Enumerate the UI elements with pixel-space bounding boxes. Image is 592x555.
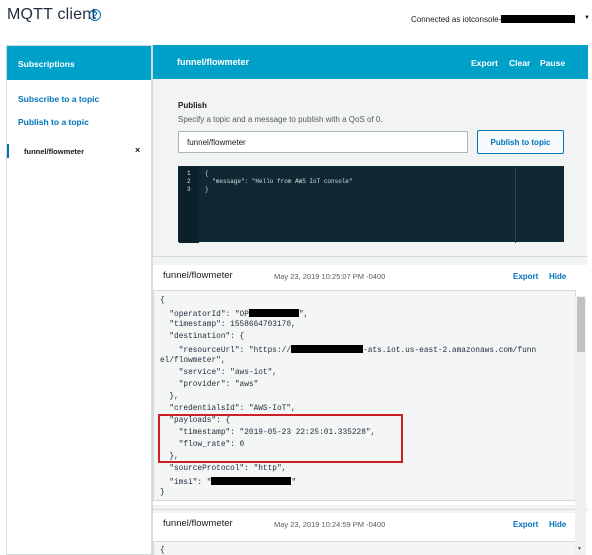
section-divider	[153, 256, 588, 257]
message-hide-button[interactable]: Hide	[549, 272, 566, 281]
connection-label: Connected as iotconsole-	[411, 15, 502, 24]
header-topic-title: funnel/flowmeter	[177, 57, 250, 67]
json-line: "credentialsId": "AWS-IoT",	[160, 405, 296, 413]
subscribe-to-topic-link[interactable]: Subscribe to a topic	[18, 94, 99, 104]
message-export-button[interactable]: Export	[513, 272, 538, 281]
help-icon[interactable]: ?	[89, 9, 101, 21]
json-line: "sourceProtocol": "http",	[160, 465, 287, 473]
json-line: "resourceUrl": "https:// -ats.iot.us-east…	[160, 345, 536, 355]
topic-header: funnel/flowmeter Export Clear Pause	[153, 45, 588, 79]
message-payload: {	[153, 541, 576, 555]
publish-to-topic-link[interactable]: Publish to a topic	[18, 117, 89, 127]
message-payload: { "operatorId": "OP ", "timestamp": 15586…	[153, 290, 576, 501]
json-tail: "	[291, 479, 297, 487]
json-line: "destination": {	[160, 333, 245, 341]
pause-button[interactable]: Pause	[540, 58, 565, 68]
editor-line: }	[205, 186, 209, 193]
publish-hint: Specify a topic and a message to publish…	[178, 115, 383, 124]
json-line: {	[160, 297, 165, 305]
selected-indicator	[7, 144, 9, 158]
message-header: funnel/flowmeter May 23, 2019 10:25:07 P…	[153, 265, 588, 287]
json-line: "operatorId": "OP ",	[160, 309, 308, 319]
caret-down-icon[interactable]: ▼	[584, 15, 590, 21]
subscription-topic-label: funnel/flowmeter	[24, 147, 85, 156]
scrollbar-thumb[interactable]	[577, 297, 585, 352]
subscription-item[interactable]: funnel/flowmeter ×	[7, 144, 151, 158]
json-tail: ",	[298, 311, 309, 319]
json-tail: -ats.iot.us-east-2.amazonaws.com/funn	[363, 347, 537, 355]
json-line: "imsi": " "	[160, 477, 296, 487]
redacted-imsi	[211, 477, 292, 485]
message-topic: funnel/flowmeter	[163, 270, 233, 281]
publish-to-topic-button[interactable]: Publish to topic	[477, 130, 564, 154]
json-key: "resourceUrl": "https://	[160, 347, 292, 355]
json-line: "provider": "aws"	[160, 381, 259, 389]
main-panel: funnel/flowmeter Export Clear Pause Publ…	[152, 45, 588, 555]
json-line: "service": "aws-iot",	[160, 369, 277, 377]
redacted-operator-id	[248, 309, 299, 317]
connection-status[interactable]: Connected as iotconsole- ▼	[411, 15, 590, 24]
line-number: 2	[187, 178, 191, 185]
subscriptions-header: Subscriptions	[7, 46, 151, 80]
close-icon[interactable]: ×	[135, 145, 140, 155]
clear-button[interactable]: Clear	[509, 58, 530, 68]
scroll-down-arrow-icon[interactable]: ▼	[577, 546, 582, 552]
redacted-endpoint	[291, 345, 364, 353]
message-timestamp: May 23, 2019 10:25:07 PM -0400	[274, 272, 386, 281]
payloads-highlight-box	[158, 414, 403, 463]
publish-topic-input[interactable]	[178, 131, 468, 153]
export-button[interactable]: Export	[471, 58, 498, 68]
json-line: "timestamp": 1558664703170,	[160, 321, 296, 329]
message-topic: funnel/flowmeter	[163, 518, 233, 529]
message-timestamp: May 23, 2019 10:24:59 PM -0400	[274, 520, 386, 529]
json-line: },	[160, 393, 179, 401]
json-key: "imsi": "	[160, 479, 212, 487]
line-number: 1	[187, 170, 191, 177]
editor-line: {	[205, 170, 209, 177]
page-title: MQTT client	[7, 6, 97, 23]
message-export-button[interactable]: Export	[513, 520, 538, 529]
redacted-client-id	[501, 15, 576, 23]
json-line: }	[160, 489, 165, 497]
publish-label: Publish	[178, 101, 207, 110]
subscriptions-sidebar: Subscriptions Subscribe to a topic Publi…	[6, 45, 152, 555]
json-line: el/flowmeter",	[160, 357, 226, 365]
json-line: {	[160, 547, 165, 555]
message-divider	[153, 509, 588, 510]
editor-print-margin	[515, 167, 516, 243]
line-number: 3	[187, 186, 191, 193]
editor-line: "message": "Hello from AWS IoT console"	[205, 178, 353, 185]
message-hide-button[interactable]: Hide	[549, 520, 566, 529]
message-card: funnel/flowmeter May 23, 2019 10:24:59 P…	[153, 513, 588, 555]
message-card: funnel/flowmeter May 23, 2019 10:25:07 P…	[153, 265, 588, 505]
message-header: funnel/flowmeter May 23, 2019 10:24:59 P…	[153, 513, 588, 535]
json-key: "operatorId": "OP	[160, 311, 249, 319]
message-editor[interactable]: 1 2 3 { "message": "Hello from AWS IoT c…	[178, 166, 564, 243]
